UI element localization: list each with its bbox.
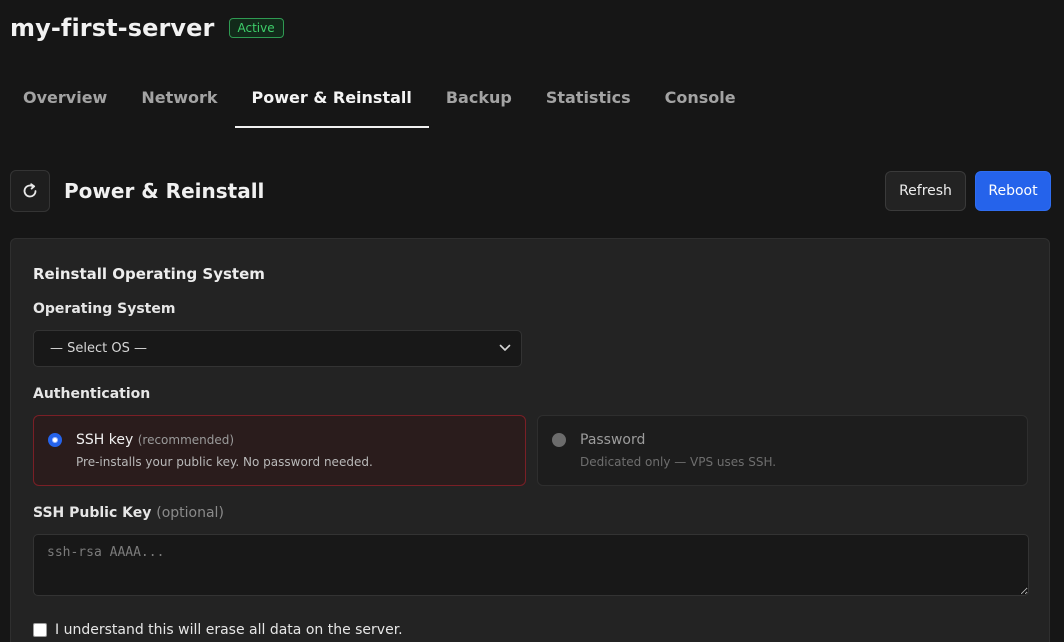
ssh-radio[interactable] [48, 433, 62, 447]
ssh-key-input[interactable] [33, 534, 1029, 596]
server-page: my-first-server Active Overview Network … [0, 0, 1064, 642]
tab-power-reinstall[interactable]: Power & Reinstall [234, 70, 429, 128]
reboot-button[interactable]: Reboot [975, 171, 1051, 211]
chevron-down-icon [499, 341, 511, 356]
confirm-row: I understand this will erase all data on… [33, 622, 403, 638]
ssh-key-hint: (optional) [156, 505, 224, 521]
refresh-button[interactable]: Refresh [885, 171, 966, 211]
auth-option-password[interactable]: Password Dedicated only — VPS uses SSH. [537, 415, 1028, 486]
tab-network[interactable]: Network [124, 70, 234, 128]
status-badge: Active [228, 18, 284, 38]
auth-option-ssh[interactable]: SSH key (recommended) Pre-installs your … [33, 415, 526, 486]
confirm-checkbox[interactable] [33, 623, 47, 637]
ssh-key-label-text: SSH Public Key [33, 505, 152, 521]
tab-backup[interactable]: Backup [429, 70, 529, 128]
os-select-value: — Select OS — [50, 341, 147, 356]
section-header: Power & Reinstall [10, 170, 264, 212]
ssh-option-description: Pre-installs your public key. No passwor… [76, 455, 373, 469]
password-option-title: Password [580, 432, 646, 448]
ssh-option-name: SSH key [76, 432, 134, 448]
confirm-label: I understand this will erase all data on… [55, 622, 403, 638]
tab-console[interactable]: Console [648, 70, 753, 128]
server-title: my-first-server [10, 14, 215, 42]
ssh-key-label: SSH Public Key (optional) [33, 505, 224, 521]
auth-label: Authentication [33, 386, 151, 402]
ssh-option-hint: (recommended) [137, 433, 235, 447]
section-title: Power & Reinstall [64, 179, 265, 203]
os-select[interactable]: — Select OS — [33, 330, 522, 367]
reinstall-card: Reinstall Operating System Operating Sys… [10, 238, 1050, 642]
tab-statistics[interactable]: Statistics [529, 70, 648, 128]
ssh-option-title: SSH key (recommended) [76, 432, 234, 448]
password-radio[interactable] [552, 433, 566, 447]
refresh-icon [10, 170, 50, 212]
tab-bar: Overview Network Power & Reinstall Backu… [6, 70, 753, 128]
tab-overview[interactable]: Overview [6, 70, 124, 128]
page-header: my-first-server Active [10, 14, 284, 42]
os-label: Operating System [33, 301, 176, 317]
card-title: Reinstall Operating System [33, 265, 265, 283]
password-option-description: Dedicated only — VPS uses SSH. [580, 455, 777, 469]
